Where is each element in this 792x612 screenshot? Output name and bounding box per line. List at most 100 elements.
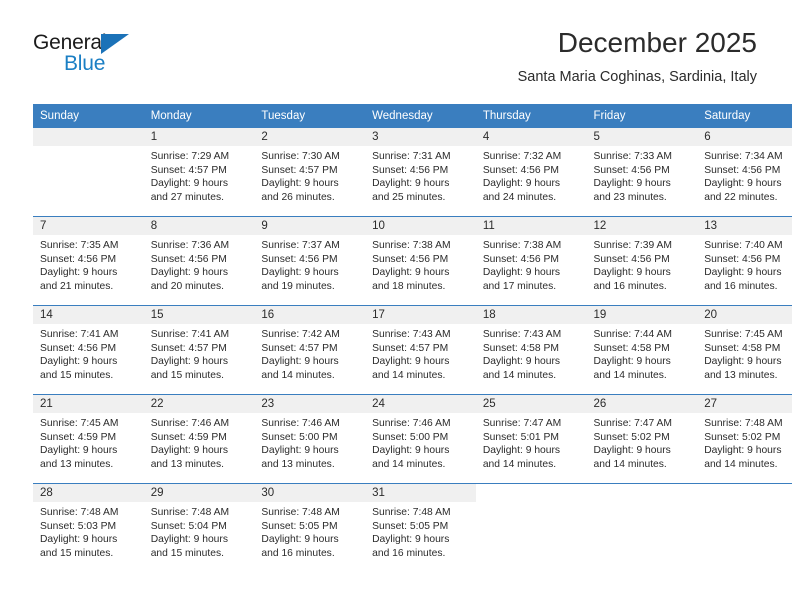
sunset-text: Sunset: 5:00 PM (372, 431, 449, 443)
day-number: 2 (254, 128, 366, 146)
calendar-day-cell[interactable]: 2 Sunrise: 7:30 AM Sunset: 4:57 PM Daylight… (254, 127, 366, 217)
daylight-text-line1: Daylight: 9 hours (150, 445, 228, 457)
daylight-text-line1: Daylight: 9 hours (593, 356, 671, 368)
sunset-text: Sunset: 4:56 PM (150, 253, 227, 265)
page-title: December 2025 (557, 27, 757, 58)
calendar-day-cell[interactable]: 27 Sunrise: 7:48 AM Sunset: 5:02 PM Dayligh… (697, 394, 792, 484)
sunrise-text: Sunrise: 7:45 AM (704, 329, 783, 340)
daylight-text-line2: and 18 minutes. (372, 280, 446, 292)
calendar-cell-blank (586, 483, 698, 572)
sunset-text: Sunset: 5:05 PM (261, 520, 338, 532)
day-number: 21 (33, 395, 144, 413)
sunrise-text: Sunrise: 7:42 AM (261, 329, 340, 340)
page-subtitle: Santa Maria Coghinas, Sardinia, Italy (517, 69, 757, 85)
calendar-day-cell[interactable]: 10 Sunrise: 7:38 AM Sunset: 4:56 PM Dayligh… (365, 216, 476, 306)
calendar-page: General Blue December 2025 Santa Maria C… (0, 0, 792, 612)
daylight-text-line2: and 16 minutes. (704, 280, 778, 292)
calendar-day-cell[interactable]: 1 Sunrise: 7:29 AM Sunset: 4:57 PM Daylight… (143, 127, 255, 217)
daylight-text-line2: and 14 minutes. (593, 458, 667, 470)
calendar-body: 1 Sunrise: 7:29 AM Sunset: 4:57 PM Daylight… (33, 127, 792, 572)
calendar-day-cell[interactable]: 20 Sunrise: 7:45 AM Sunset: 4:58 PM Dayligh… (697, 305, 792, 395)
calendar-day-cell[interactable]: 3 Sunrise: 7:31 AM Sunset: 4:56 PM Daylight… (365, 127, 476, 217)
weekday-header-monday: Monday (143, 104, 255, 128)
daylight-text-line1: Daylight: 9 hours (150, 356, 228, 368)
calendar-day-cell[interactable]: 13 Sunrise: 7:40 AM Sunset: 4:56 PM Dayligh… (697, 216, 792, 306)
weekday-header-tuesday: Tuesday (254, 104, 366, 128)
sunset-text: Sunset: 5:02 PM (704, 431, 781, 443)
day-sun-info: Sunrise: 7:46 AM Sunset: 5:00 PM Daylight:… (365, 413, 476, 471)
day-number: 20 (697, 306, 792, 324)
daylight-text-line1: Daylight: 9 hours (593, 445, 671, 457)
daylight-text-line1: Daylight: 9 hours (704, 267, 782, 279)
day-sun-info: Sunrise: 7:48 AM Sunset: 5:03 PM Daylight:… (33, 502, 144, 560)
sunset-text: Sunset: 4:56 PM (40, 342, 117, 354)
day-number: 19 (586, 306, 698, 324)
calendar-day-cell[interactable]: 31 Sunrise: 7:48 AM Sunset: 5:05 PM Dayligh… (365, 483, 476, 572)
sunrise-text: Sunrise: 7:45 AM (40, 418, 119, 429)
calendar-day-cell[interactable]: 25 Sunrise: 7:47 AM Sunset: 5:01 PM Dayligh… (475, 394, 587, 484)
daylight-text-line1: Daylight: 9 hours (704, 178, 782, 190)
daylight-text-line1: Daylight: 9 hours (150, 178, 228, 190)
calendar-day-cell[interactable]: 26 Sunrise: 7:47 AM Sunset: 5:02 PM Dayligh… (586, 394, 698, 484)
daylight-text-line2: and 14 minutes. (593, 369, 667, 381)
day-sun-info: Sunrise: 7:43 AM Sunset: 4:57 PM Daylight:… (365, 324, 476, 382)
daylight-text-line2: and 16 minutes. (593, 280, 667, 292)
sunset-text: Sunset: 5:05 PM (372, 520, 449, 532)
sunrise-text: Sunrise: 7:48 AM (372, 507, 451, 518)
calendar-day-cell[interactable]: 9 Sunrise: 7:37 AM Sunset: 4:56 PM Daylight… (254, 216, 366, 306)
sunrise-text: Sunrise: 7:46 AM (261, 418, 340, 429)
calendar-day-cell[interactable]: 4 Sunrise: 7:32 AM Sunset: 4:56 PM Daylight… (475, 127, 587, 217)
sunrise-text: Sunrise: 7:41 AM (150, 329, 230, 340)
calendar-day-cell[interactable]: 14 Sunrise: 7:41 AM Sunset: 4:56 PM Dayligh… (33, 305, 144, 395)
day-sun-info: Sunrise: 7:44 AM Sunset: 4:58 PM Daylight:… (587, 324, 698, 382)
sunset-text: Sunset: 4:56 PM (593, 164, 670, 176)
calendar-cell-blank (697, 483, 792, 572)
calendar-day-cell[interactable]: 28 Sunrise: 7:48 AM Sunset: 5:03 PM Dayligh… (33, 483, 144, 572)
daylight-text-line1: Daylight: 9 hours (261, 356, 339, 368)
calendar-day-cell[interactable]: 24 Sunrise: 7:46 AM Sunset: 5:00 PM Dayligh… (365, 394, 476, 484)
sunset-text: Sunset: 5:03 PM (40, 520, 117, 532)
calendar-day-cell[interactable]: 21 Sunrise: 7:45 AM Sunset: 4:59 PM Dayligh… (33, 394, 144, 484)
calendar-day-cell[interactable]: 16 Sunrise: 7:42 AM Sunset: 4:57 PM Dayligh… (254, 305, 366, 395)
weekday-header-thursday: Thursday (475, 104, 587, 128)
calendar-day-cell[interactable]: 12 Sunrise: 7:39 AM Sunset: 4:56 PM Dayligh… (586, 216, 698, 306)
calendar-day-cell[interactable]: 29 Sunrise: 7:48 AM Sunset: 5:04 PM Dayligh… (143, 483, 255, 572)
calendar-day-cell[interactable]: 23 Sunrise: 7:46 AM Sunset: 5:00 PM Dayligh… (254, 394, 366, 484)
calendar-day-cell[interactable]: 7 Sunrise: 7:35 AM Sunset: 4:56 PM Daylight… (33, 216, 144, 306)
sunset-text: Sunset: 4:58 PM (704, 342, 781, 354)
day-number: 9 (254, 217, 366, 235)
day-number: 16 (254, 306, 366, 324)
sunset-text: Sunset: 4:59 PM (40, 431, 117, 443)
day-number: 3 (365, 128, 476, 146)
day-number: 4 (475, 128, 587, 146)
daylight-text-line2: and 21 minutes. (40, 280, 114, 292)
calendar-day-cell[interactable]: 11 Sunrise: 7:38 AM Sunset: 4:56 PM Dayligh… (475, 216, 587, 306)
sunrise-text: Sunrise: 7:39 AM (593, 240, 672, 251)
day-sun-info: Sunrise: 7:41 AM Sunset: 4:56 PM Daylight:… (33, 324, 144, 382)
calendar-day-cell[interactable]: 19 Sunrise: 7:44 AM Sunset: 4:58 PM Dayligh… (586, 305, 698, 395)
calendar-day-cell[interactable]: 5 Sunrise: 7:33 AM Sunset: 4:56 PM Daylight… (586, 127, 698, 217)
day-number: 6 (697, 128, 792, 146)
sunset-text: Sunset: 4:57 PM (372, 342, 449, 354)
calendar-day-cell[interactable]: 18 Sunrise: 7:43 AM Sunset: 4:58 PM Dayligh… (475, 305, 587, 395)
calendar-day-cell[interactable]: 6 Sunrise: 7:34 AM Sunset: 4:56 PM Daylight… (697, 127, 792, 217)
sunrise-text: Sunrise: 7:35 AM (40, 240, 119, 251)
calendar-day-cell[interactable]: 8 Sunrise: 7:36 AM Sunset: 4:56 PM Daylight… (143, 216, 255, 306)
calendar-day-cell[interactable]: 30 Sunrise: 7:48 AM Sunset: 5:05 PM Dayligh… (254, 483, 366, 572)
day-number: 10 (365, 217, 476, 235)
calendar-day-cell[interactable]: 17 Sunrise: 7:43 AM Sunset: 4:57 PM Dayligh… (365, 305, 476, 395)
sunset-text: Sunset: 4:57 PM (150, 342, 227, 354)
daylight-text-line2: and 15 minutes. (150, 369, 224, 381)
daylight-text-line1: Daylight: 9 hours (261, 178, 339, 190)
sunrise-text: Sunrise: 7:40 AM (704, 240, 783, 251)
calendar-day-cell[interactable]: 15 Sunrise: 7:41 AM Sunset: 4:57 PM Dayligh… (143, 305, 255, 395)
sunset-text: Sunset: 5:01 PM (482, 431, 559, 443)
daylight-text-line2: and 23 minutes. (593, 191, 667, 203)
sunset-text: Sunset: 4:57 PM (261, 164, 338, 176)
daylight-text-line2: and 14 minutes. (372, 458, 446, 470)
sunset-text: Sunset: 4:56 PM (704, 253, 781, 265)
general-blue-logo[interactable]: General Blue (33, 31, 173, 79)
calendar-day-cell[interactable]: 22 Sunrise: 7:46 AM Sunset: 4:59 PM Dayligh… (143, 394, 255, 484)
weekday-header-saturday: Saturday (697, 104, 792, 128)
day-sun-info: Sunrise: 7:48 AM Sunset: 5:02 PM Daylight:… (697, 413, 792, 471)
